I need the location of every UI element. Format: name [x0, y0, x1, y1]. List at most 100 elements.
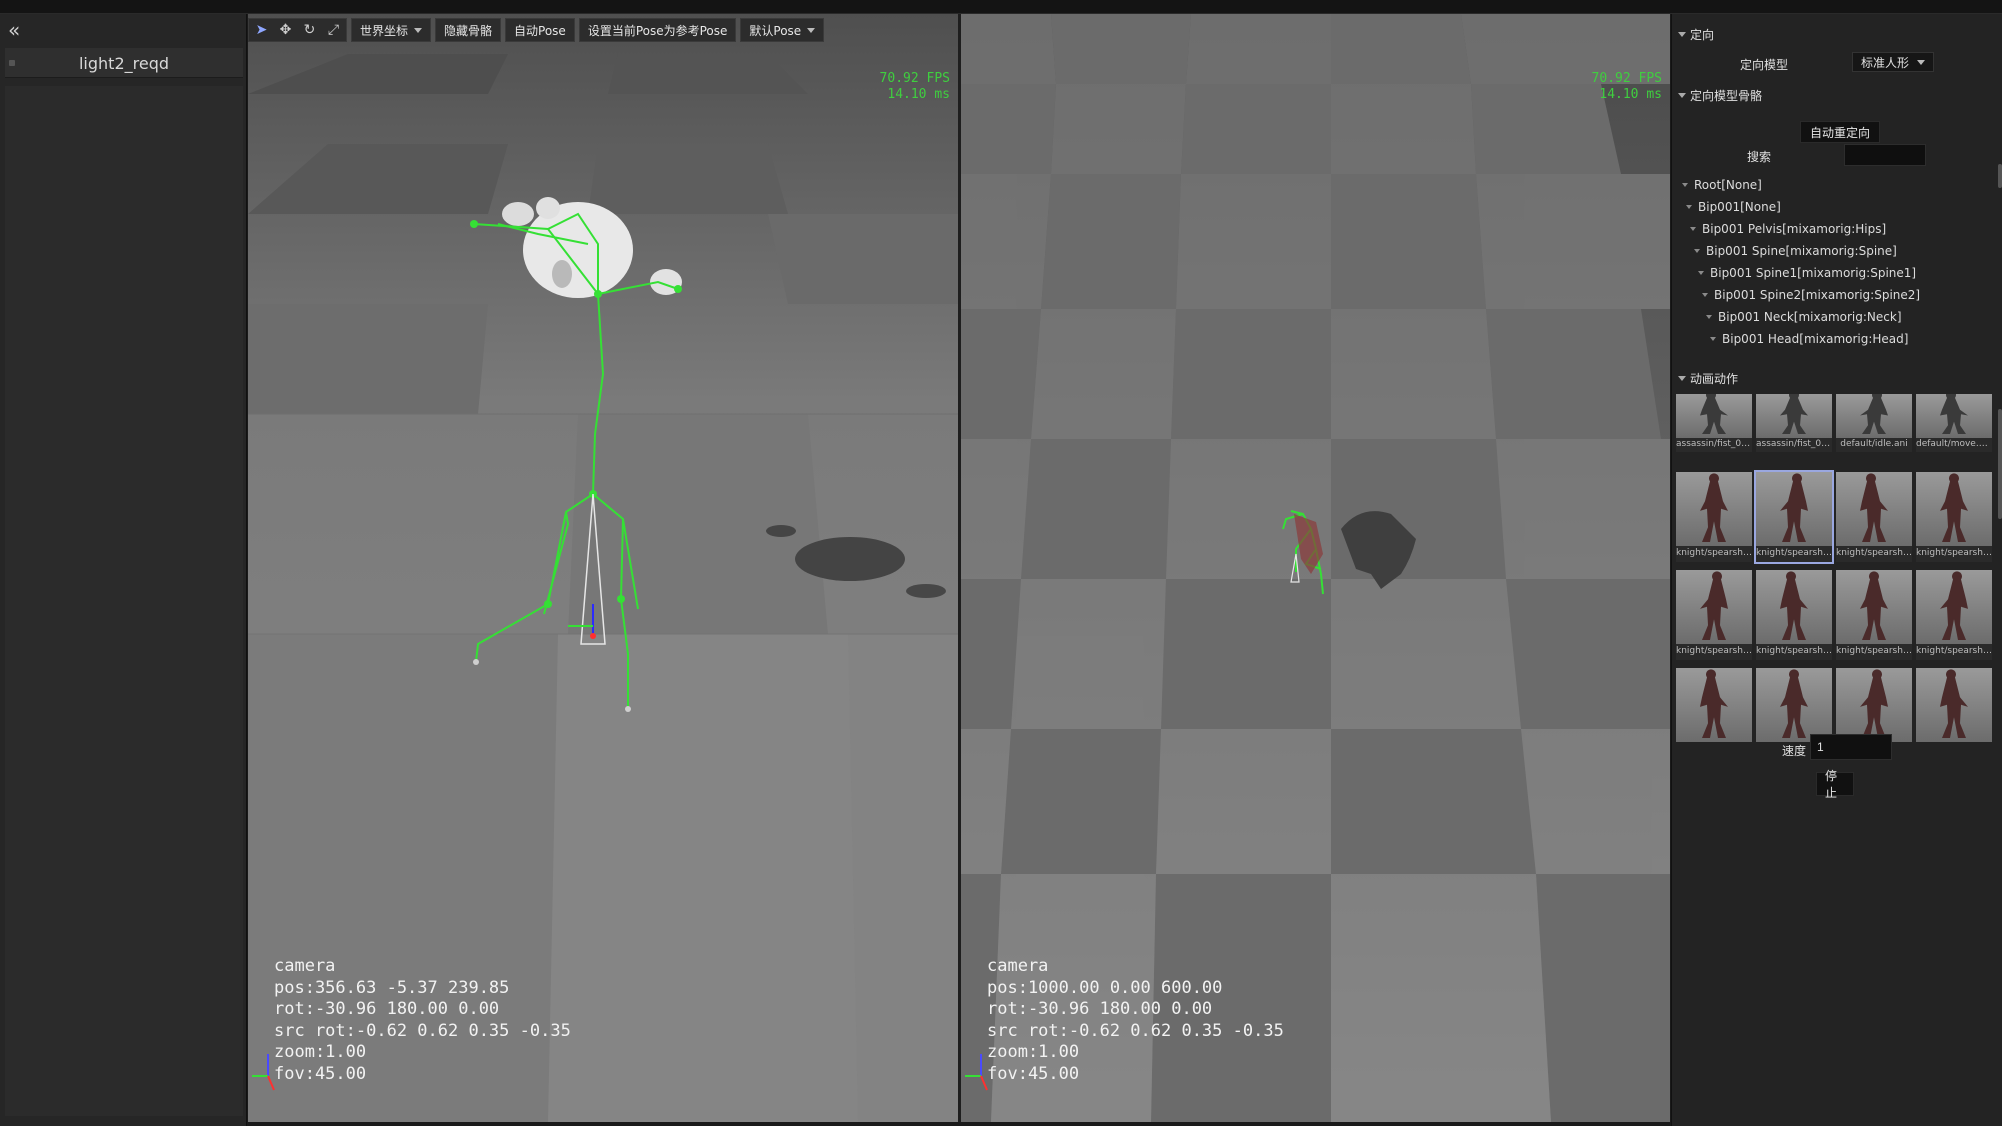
character-silhouette — [1780, 571, 1808, 640]
scene-list-item-label: light2_reqd — [78, 54, 170, 73]
section-bones-title: 定向模型骨骼 — [1690, 89, 1763, 103]
camera-zoom: zoom:1.00 — [987, 1042, 1080, 1062]
tree-scrollbar[interactable] — [1998, 164, 2002, 188]
animation-caption: default/idle.ani — [1840, 439, 1908, 449]
expand-triangle-icon — [1694, 249, 1700, 253]
animation-caption: knight/spearshi... — [1676, 548, 1752, 558]
animation-preview — [1836, 668, 1912, 742]
animation-thumb[interactable]: default/idle.ani — [1836, 394, 1912, 452]
auto-pose-button[interactable]: 自动Pose — [505, 18, 575, 42]
expand-triangle-icon — [1698, 271, 1704, 275]
window-top-strip — [0, 0, 2002, 14]
animation-caption: knight/spearshi... — [1676, 646, 1752, 656]
animation-thumb[interactable] — [1916, 668, 1992, 742]
character-silhouette — [1780, 473, 1808, 542]
viewport-toolbar: ➤ ✥ ↻ ⤢ 世界坐标 隐藏骨骼 自动Pose 设置当前Pose为参考Pose… — [248, 18, 825, 42]
animation-preview — [1836, 570, 1912, 644]
character-silhouette — [1700, 571, 1728, 640]
expand-triangle-icon — [1686, 205, 1692, 209]
auto-retarget-button[interactable]: 自动重定向 — [1800, 121, 1880, 143]
animation-thumb[interactable]: knight/spearshi... — [1676, 472, 1752, 562]
frame-time-value: 14.10 ms — [887, 87, 950, 102]
bone-tree-item[interactable]: Bip001 Pelvis[mixamorig:Hips] — [1690, 222, 1886, 236]
animation-thumb-selected[interactable]: knight/spearshi... — [1754, 470, 1834, 564]
camera-info: camera pos:1000.00 0.00 600.00 rot:-30.96 … — [987, 956, 1284, 1085]
character-silhouette — [1940, 473, 1968, 542]
section-anim-header[interactable]: 动画动作 — [1678, 370, 1738, 387]
animation-caption: knight/spearshi... — [1756, 548, 1832, 558]
animation-thumb[interactable]: knight/spearshi... — [1756, 570, 1832, 660]
scale-icon[interactable]: ⤢ — [324, 21, 343, 40]
animation-preview — [1676, 668, 1752, 742]
animation-preview — [1756, 394, 1832, 438]
animation-caption: knight/spearshi... — [1916, 548, 1992, 558]
bone-tree-item[interactable]: Root[None] — [1682, 178, 1762, 192]
section-bones-header[interactable]: 定向模型骨骼 — [1678, 87, 1762, 104]
animation-preview — [1836, 472, 1912, 546]
animation-caption: assassin/fist_01... — [1676, 439, 1752, 449]
animation-thumb[interactable] — [1676, 668, 1752, 742]
bone-tree-item[interactable]: Bip001 Head[mixamorig:Head] — [1710, 332, 1908, 346]
animation-thumb[interactable]: knight/spearshi... — [1916, 472, 1992, 562]
fps-value: 70.92 FPS — [1591, 71, 1662, 86]
camera-src-rot: src rot:-0.62 0.62 0.35 -0.35 — [274, 1020, 571, 1041]
animation-preview — [1676, 570, 1752, 644]
fps-readout: 70.92 FPS 14.10 ms — [880, 71, 950, 103]
animation-thumb[interactable]: knight/spearshi... — [1916, 570, 1992, 660]
target-model-dropdown[interactable]: 标准人形 — [1852, 52, 1935, 72]
animation-thumb[interactable]: default/move.ani — [1916, 394, 1992, 452]
animation-caption: default/move.ani — [1916, 439, 1992, 449]
rotate-icon[interactable]: ↻ — [300, 21, 319, 40]
section-retarget-header[interactable]: 定向 — [1678, 26, 1714, 43]
camera-pos: pos:356.63 -5.37 239.85 — [274, 977, 510, 998]
expand-triangle-icon — [1690, 227, 1696, 231]
bone-tree-item[interactable]: Bip001 Spine2[mixamorig:Spine2] — [1702, 288, 1920, 302]
double-chevron-left-icon[interactable]: « — [8, 18, 32, 42]
animation-thumb[interactable] — [1756, 668, 1832, 742]
bone-tree-item[interactable]: Bip001 Neck[mixamorig:Neck] — [1706, 310, 1902, 324]
bone-tree-item[interactable]: Bip001 Spine[mixamorig:Spine] — [1694, 244, 1897, 258]
bone-tree-item[interactable]: Bip001[None] — [1686, 200, 1781, 214]
animation-thumb[interactable]: knight/spearshi... — [1836, 472, 1912, 562]
character-silhouette — [1700, 669, 1728, 738]
viewport-right[interactable]: 70.92 FPS 14.10 ms camera pos:1000.00 0.0… — [961, 14, 1670, 1122]
stop-button[interactable]: 停止 — [1816, 769, 1854, 800]
animation-thumb[interactable]: assassin/fist_01... — [1676, 394, 1752, 452]
animation-caption: knight/spearshi... — [1756, 646, 1832, 656]
camera-info: camera pos:356.63 -5.37 239.85 rot:-30.96 … — [274, 956, 571, 1085]
viewport-left[interactable]: 70.92 FPS 14.10 ms camera pos:356.63 -5.3… — [248, 14, 958, 1122]
move-arrows-icon[interactable]: ✥ — [276, 21, 295, 40]
fps-readout: 70.92 FPS 14.10 ms — [1592, 71, 1662, 103]
scene-list-item[interactable]: light2_reqd — [5, 48, 243, 78]
camera-rot: rot:-30.96 180.00 0.00 — [274, 999, 500, 1019]
frame-time-value: 14.10 ms — [1599, 87, 1662, 102]
camera-fov: fov:45.00 — [274, 1063, 367, 1084]
hide-skeleton-button[interactable]: 隐藏骨骼 — [435, 18, 502, 42]
character-silhouette — [1940, 571, 1968, 640]
animation-caption: knight/spearshi... — [1836, 646, 1912, 656]
set-reference-pose-button[interactable]: 设置当前Pose为参考Pose — [578, 18, 737, 42]
bone-search-input[interactable] — [1844, 144, 1926, 166]
camera-title: camera — [987, 956, 1049, 976]
expand-triangle-icon — [1682, 183, 1688, 187]
bone-tree-item[interactable]: Bip001 Spine1[mixamorig:Spine1] — [1698, 266, 1916, 280]
animation-thumb[interactable]: assassin/fist_01... — [1756, 394, 1832, 452]
animation-scrollbar[interactable] — [1998, 409, 2002, 519]
animation-preview — [1916, 394, 1992, 438]
bone-tree-label: Bip001 Spine1[mixamorig:Spine1] — [1710, 266, 1917, 280]
speed-label: 速度 — [1782, 744, 1807, 758]
animation-caption: knight/spearshi... — [1916, 646, 1992, 656]
character-silhouette — [1940, 669, 1968, 738]
speed-input[interactable] — [1810, 734, 1892, 760]
bone-tree-label: Bip001 Pelvis[mixamorig:Hips] — [1702, 222, 1887, 236]
default-pose-dropdown[interactable]: 默认Pose — [740, 18, 825, 42]
animation-thumb[interactable]: knight/spearshi... — [1676, 570, 1752, 660]
animation-caption: assassin/fist_01... — [1756, 439, 1832, 449]
animation-thumb[interactable]: knight/spearshi... — [1836, 570, 1912, 660]
coordinate-space-dropdown[interactable]: 世界坐标 — [351, 18, 432, 42]
cursor-arrow-icon[interactable]: ➤ — [252, 21, 271, 40]
coordinate-space-label: 世界坐标 — [360, 23, 409, 38]
character-silhouette — [1700, 473, 1728, 542]
expand-triangle-icon — [1702, 293, 1708, 297]
animation-thumb[interactable] — [1836, 668, 1912, 742]
